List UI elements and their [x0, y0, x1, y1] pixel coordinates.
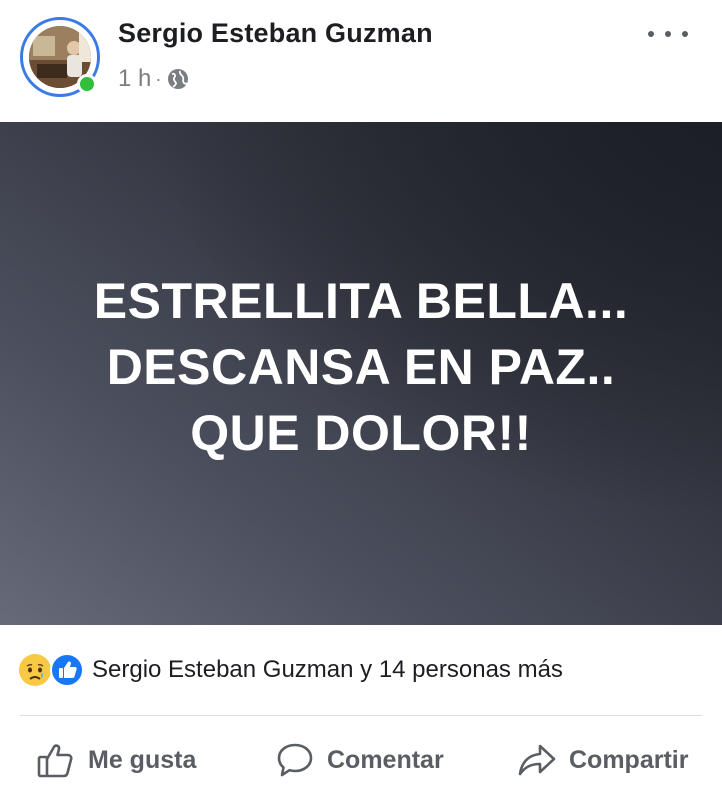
post-actions: Me gusta Comentar Compartir	[0, 716, 722, 800]
globe-icon[interactable]	[167, 68, 189, 90]
post-content-text: ESTRELLITA BELLA... DESCANSA EN PAZ.. QU…	[94, 268, 628, 466]
content-line-2: DESCANSA EN PAZ..	[106, 338, 616, 395]
more-dots-icon	[648, 31, 654, 37]
meta-separator: ·	[155, 68, 162, 89]
post-meta: 1 h ·	[118, 64, 189, 94]
comment-button[interactable]: Comentar	[275, 738, 444, 782]
online-status-dot	[77, 74, 97, 94]
like-label: Me gusta	[88, 745, 197, 774]
share-icon	[518, 744, 556, 776]
post-time[interactable]: 1 h	[118, 65, 151, 93]
reactions-bar[interactable]: Sergio Esteban Guzman y 14 personas más	[0, 625, 722, 715]
post-content-image[interactable]: ESTRELLITA BELLA... DESCANSA EN PAZ.. QU…	[0, 122, 722, 625]
like-reaction-icon	[50, 653, 84, 687]
like-button[interactable]: Me gusta	[36, 738, 196, 782]
content-line-1: ESTRELLITA BELLA...	[93, 272, 629, 329]
content-line-3: QUE DOLOR!!	[190, 404, 532, 461]
comment-label: Comentar	[327, 745, 444, 774]
more-dot	[682, 31, 688, 37]
more-options-button[interactable]	[648, 22, 688, 46]
share-label: Compartir	[569, 745, 689, 774]
facebook-post: Sergio Esteban Guzman 1 h · ESTRELLITA B…	[0, 0, 722, 800]
reaction-icons	[18, 653, 84, 687]
post-header: Sergio Esteban Guzman 1 h ·	[0, 0, 722, 122]
thumbs-up-icon	[37, 744, 73, 778]
reactions-summary[interactable]: Sergio Esteban Guzman y 14 personas más	[92, 656, 563, 684]
share-button[interactable]: Compartir	[517, 738, 688, 782]
sad-reaction-icon	[19, 654, 51, 686]
comment-icon	[277, 743, 313, 777]
author-name[interactable]: Sergio Esteban Guzman	[118, 18, 433, 49]
more-dot	[665, 31, 671, 37]
